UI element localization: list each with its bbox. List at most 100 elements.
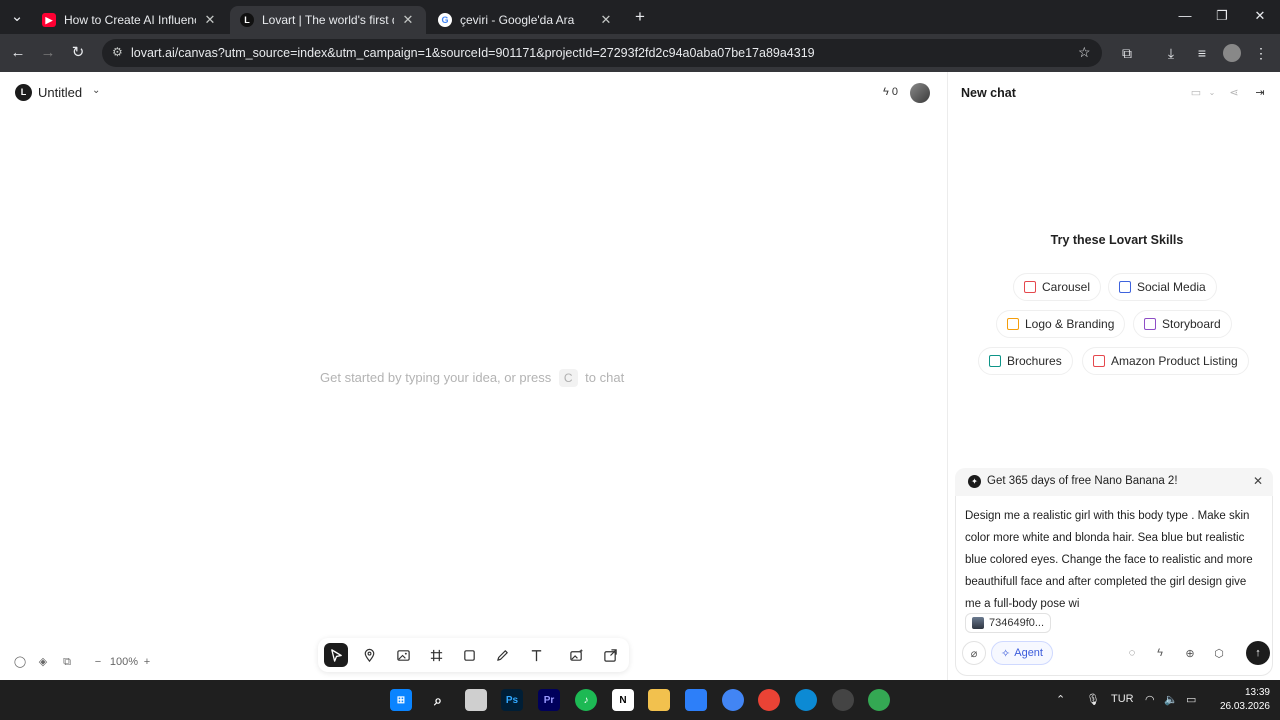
agent-button[interactable]: ✧ Agent: [991, 641, 1053, 665]
marker-tool[interactable]: [357, 643, 381, 667]
agent-label: Agent: [1014, 647, 1043, 659]
back-icon[interactable]: ←: [8, 43, 28, 63]
extensions-icon[interactable]: ⧉: [1118, 44, 1136, 62]
collapse-panel-icon[interactable]: ⇥: [1252, 85, 1268, 101]
wifi-icon[interactable]: ◠: [1145, 693, 1155, 706]
share-icon: [603, 648, 617, 662]
tab-google[interactable]: G çeviri - Google'da Ara ✕: [428, 6, 624, 34]
shape-tool[interactable]: [457, 643, 481, 667]
text-tool[interactable]: [524, 643, 548, 667]
skill-brochures[interactable]: Brochures: [978, 347, 1073, 375]
image-sparkle-icon: [569, 648, 583, 661]
close-tab-icon[interactable]: ✕: [598, 12, 614, 28]
credits-value: 0: [891, 86, 899, 98]
chrome-secondary-icon[interactable]: [868, 689, 890, 711]
carousel-icon: [1024, 281, 1036, 293]
lovart-logo-icon[interactable]: L: [15, 84, 32, 101]
forward-icon[interactable]: →: [38, 43, 58, 63]
frame-tool[interactable]: [424, 643, 448, 667]
image-tool[interactable]: [391, 643, 415, 667]
close-tab-icon[interactable]: ✕: [202, 12, 218, 28]
skill-storyboard[interactable]: Storyboard: [1133, 310, 1232, 338]
ai-image-tool[interactable]: [564, 643, 588, 667]
select-tool[interactable]: [324, 643, 348, 667]
tab-lovart[interactable]: L Lovart | The world's first design ✕: [230, 6, 426, 34]
maximize-icon[interactable]: ❐: [1212, 8, 1232, 26]
attachment-thumbnail: [972, 617, 984, 629]
globe-icon[interactable]: ⊕: [1178, 641, 1202, 665]
lovart-icon: L: [240, 13, 254, 27]
skill-label: Amazon Product Listing: [1111, 354, 1238, 368]
language-indicator[interactable]: TUR: [1111, 693, 1134, 705]
photoshop-icon[interactable]: Ps: [501, 689, 523, 711]
design-canvas[interactable]: L Untitled ⌄ ϟ 0 Get started by typing y…: [0, 72, 947, 680]
project-title[interactable]: Untitled: [38, 85, 82, 100]
browser-toolbar: ← → ↻ ⚙ lovart.ai/canvas?utm_source=inde…: [0, 34, 1280, 72]
zoom-level[interactable]: 100%: [108, 654, 140, 670]
zoom-out-button[interactable]: −: [92, 654, 104, 670]
address-bar[interactable]: ⚙ lovart.ai/canvas?utm_source=index&utm_…: [102, 39, 1102, 67]
hint-text: Get started by typing your idea, or pres…: [320, 370, 552, 385]
export-tool[interactable]: [598, 643, 622, 667]
profile-icon[interactable]: [1223, 44, 1241, 62]
minimize-icon[interactable]: —: [1175, 8, 1195, 26]
circle-icon[interactable]: ◯: [13, 654, 27, 670]
chevron-down-icon[interactable]: ⌄: [92, 85, 100, 96]
tray-chevron-icon[interactable]: ⌃: [1056, 693, 1065, 706]
hash-frame-icon: [430, 649, 442, 661]
reload-icon[interactable]: ↻: [68, 43, 88, 63]
search-icon[interactable]: ⌕: [427, 689, 449, 711]
prompt-input[interactable]: Design me a realistic girl with this bod…: [965, 505, 1265, 615]
minimap-icon[interactable]: ⧉: [60, 654, 74, 670]
bookmark-star-icon[interactable]: ☆: [1078, 44, 1091, 61]
spotify-icon[interactable]: ♪: [575, 689, 597, 711]
paperclip-icon[interactable]: ⌀: [962, 641, 986, 665]
microphone-icon[interactable]: 🎙: [1086, 693, 1100, 706]
menu-icon[interactable]: ⋮: [1252, 44, 1270, 62]
notion-icon[interactable]: N: [612, 689, 634, 711]
skill-logo-branding[interactable]: Logo & Branding: [996, 310, 1126, 338]
skill-label: Brochures: [1007, 354, 1062, 368]
photos-icon[interactable]: [685, 689, 707, 711]
storyboard-icon: [1144, 318, 1156, 330]
social-media-icon: [1119, 281, 1131, 293]
premiere-icon[interactable]: Pr: [538, 689, 560, 711]
media-controls-icon[interactable]: ≡: [1193, 44, 1211, 62]
new-tab-button[interactable]: +: [630, 7, 650, 27]
clock[interactable]: 13:39 26.03.2026: [1218, 686, 1270, 714]
chevron-down-icon[interactable]: ⌄: [1204, 85, 1220, 101]
send-button[interactable]: ↑: [1246, 641, 1270, 665]
task-view-icon[interactable]: [465, 689, 487, 711]
chrome-profile-icon[interactable]: [758, 689, 780, 711]
share-icon[interactable]: ⋖: [1226, 85, 1242, 101]
cube-icon[interactable]: ⬡: [1207, 641, 1231, 665]
download-icon[interactable]: ⤓: [1162, 44, 1180, 62]
file-explorer-icon[interactable]: [648, 689, 670, 711]
chat-history-icon[interactable]: ▭: [1188, 85, 1204, 101]
promo-banner[interactable]: ✦ Get 365 days of free Nano Banana 2! ✕: [955, 468, 1273, 496]
credits-counter[interactable]: ϟ 0: [883, 86, 898, 98]
lightning-icon[interactable]: ϟ: [1148, 641, 1172, 665]
image-add-icon: [396, 649, 410, 661]
tab-search-chevron-icon[interactable]: ⌄: [7, 7, 27, 27]
zoom-in-button[interactable]: +: [141, 654, 153, 670]
site-info-icon[interactable]: ⚙: [112, 45, 123, 59]
volume-icon[interactable]: 🔈: [1164, 693, 1178, 706]
chrome-icon[interactable]: [722, 689, 744, 711]
skill-social-media[interactable]: Social Media: [1108, 273, 1217, 301]
windows-start-icon[interactable]: ⊞: [390, 689, 412, 711]
skill-carousel[interactable]: Carousel: [1013, 273, 1102, 301]
close-tab-icon[interactable]: ✕: [400, 12, 416, 28]
pen-tool[interactable]: [490, 643, 514, 667]
close-window-icon[interactable]: ✕: [1250, 8, 1270, 26]
edge-icon[interactable]: [795, 689, 817, 711]
layers-icon[interactable]: ◈: [36, 654, 50, 670]
tab-youtube[interactable]: ▶ How to Create AI Influencer For ✕: [32, 6, 228, 34]
skill-amazon-product-listing[interactable]: Amazon Product Listing: [1082, 347, 1249, 375]
idea-bulb-icon[interactable]: ◌: [1120, 641, 1144, 665]
battery-icon[interactable]: ▭: [1186, 693, 1196, 706]
attachment-chip[interactable]: 734649f0...: [965, 613, 1052, 633]
close-icon[interactable]: ✕: [1253, 474, 1263, 488]
app-icon[interactable]: [832, 689, 854, 711]
avatar[interactable]: [910, 83, 930, 103]
